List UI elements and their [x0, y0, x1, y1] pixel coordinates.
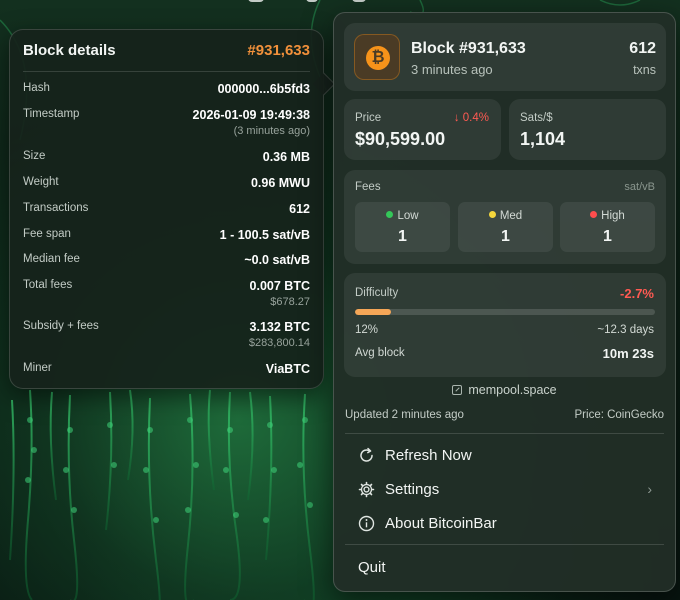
fees-unit: sat/vB	[624, 181, 655, 193]
detail-row-median-fee: Median fee ~0.0 sat/vB	[23, 253, 310, 267]
difficulty-progress-bar	[355, 309, 655, 315]
detail-value: 0.36 MB	[262, 150, 310, 164]
difficulty-eta: ~12.3 days	[597, 324, 654, 336]
updated-status: Updated 2 minutes ago	[345, 409, 464, 421]
fee-tier-value: 1	[603, 228, 612, 245]
fee-tier-label: High	[601, 210, 625, 222]
quit-menu-item[interactable]: Quit	[345, 552, 664, 582]
txn-label: txns	[633, 63, 656, 77]
menu-bar-icon	[248, 0, 264, 2]
bitcoin-icon: ₿	[354, 34, 400, 80]
difficulty-progress-label: 12%	[355, 324, 379, 336]
difficulty-progress-fill	[355, 309, 391, 315]
mempool-link[interactable]: mempool.space	[334, 383, 675, 397]
menu-divider	[345, 544, 664, 545]
fees-label: Fees	[355, 181, 381, 193]
sats-value: 1,104	[520, 129, 566, 149]
detail-value: 2026-01-09 19:49:38	[192, 108, 310, 122]
detail-label: Median fee	[23, 253, 80, 265]
block-details-panel: Block details #931,633 Hash 000000...6b5…	[9, 29, 336, 389]
fee-med-dot-icon	[488, 211, 496, 218]
refresh-icon	[357, 446, 375, 464]
detail-label: Fee span	[23, 228, 71, 240]
chevron-right-icon: ›	[647, 481, 652, 497]
txn-count: 612	[629, 40, 656, 57]
price-change: ↓ 0.4%	[453, 112, 489, 124]
detail-label: Weight	[23, 176, 59, 188]
detail-value: 0.96 MWU	[250, 176, 310, 190]
avg-block-value: 10m 23s	[602, 346, 654, 361]
price-value: $90,599.00	[355, 129, 446, 149]
detail-value: 1 - 100.5 sat/vB	[219, 228, 310, 242]
detail-row-timestamp: Timestamp 2026-01-09 19:49:38 (3 minutes…	[23, 108, 310, 137]
info-icon	[357, 514, 375, 532]
detail-subvalue: (3 minutes ago)	[233, 125, 310, 137]
menu-bar-icon	[352, 0, 366, 2]
detail-label: Timestamp	[23, 108, 80, 120]
menu-divider	[345, 433, 664, 434]
settings-menu-item[interactable]: Settings ›	[345, 474, 664, 504]
block-title: Block #931,633	[411, 40, 526, 57]
sats-card: Sats/$ 1,104	[509, 99, 666, 160]
detail-value: 000000...6b5fd3	[217, 82, 310, 96]
detail-label: Subsidy + fees	[23, 320, 99, 332]
detail-row-fee-span: Fee span 1 - 100.5 sat/vB	[23, 228, 310, 242]
detail-row-weight: Weight 0.96 MWU	[23, 176, 310, 190]
settings-label: Settings	[385, 480, 440, 498]
block-height: #931,633	[247, 42, 310, 59]
bitcoinbar-popover: ₿ Block #931,633 3 minutes ago 612 txns …	[333, 12, 676, 592]
fee-low-dot-icon	[386, 211, 394, 218]
price-source: Price: CoinGecko	[574, 409, 664, 421]
fee-tier-value: 1	[398, 228, 407, 245]
detail-value: ViaBTC	[265, 362, 310, 376]
fee-high-dot-icon	[590, 211, 598, 218]
bitcoin-coin-glyph: ₿	[366, 46, 390, 70]
block-details-header: Block details #931,633	[23, 30, 310, 72]
detail-subvalue: $283,800.14	[248, 337, 310, 349]
mempool-link-label: mempool.space	[468, 383, 557, 397]
difficulty-change: -2.7%	[620, 286, 654, 301]
external-link-icon	[452, 385, 463, 395]
detail-value: 3.132 BTC	[249, 320, 310, 334]
detail-row-transactions: Transactions 612	[23, 202, 310, 216]
detail-subvalue: $678.27	[270, 296, 310, 308]
fee-tier-high: High 1	[560, 202, 655, 252]
detail-row-subsidy-fees: Subsidy + fees 3.132 BTC $283,800.14	[23, 320, 310, 349]
quit-label: Quit	[358, 558, 386, 576]
difficulty-card: Difficulty -2.7% 12% ~12.3 days Avg bloc…	[344, 273, 666, 377]
detail-row-miner: Miner ViaBTC	[23, 362, 310, 376]
block-details-title: Block details	[23, 42, 116, 59]
sats-label: Sats/$	[520, 112, 553, 124]
about-menu-item[interactable]: About BitcoinBar	[345, 508, 664, 538]
detail-label: Hash	[23, 82, 50, 94]
detail-value: 0.007 BTC	[249, 279, 310, 293]
price-label: Price	[355, 112, 382, 124]
detail-label: Total fees	[23, 279, 73, 291]
refresh-now-label: Refresh Now	[385, 446, 472, 464]
menu-bar-icons	[248, 0, 428, 6]
fee-tier-label: Low	[397, 210, 419, 222]
detail-row-hash: Hash 000000...6b5fd3	[23, 82, 310, 96]
detail-label: Miner	[23, 362, 52, 374]
block-header-card[interactable]: ₿ Block #931,633 3 minutes ago 612 txns	[344, 23, 666, 91]
fees-card: Fees sat/vB Low 1 Med 1 High 1	[344, 170, 666, 264]
gear-icon	[357, 480, 375, 498]
fee-tier-label: Med	[499, 210, 523, 222]
price-card: Price ↓ 0.4% $90,599.00	[344, 99, 501, 160]
detail-row-total-fees: Total fees 0.007 BTC $678.27	[23, 279, 310, 308]
detail-label: Transactions	[23, 202, 89, 214]
fee-tier-med: Med 1	[458, 202, 553, 252]
about-label: About BitcoinBar	[385, 514, 497, 532]
difficulty-label: Difficulty	[355, 287, 399, 299]
menu-bar-icon	[306, 0, 318, 2]
fee-tier-low: Low 1	[355, 202, 450, 252]
detail-value: ~0.0 sat/vB	[244, 253, 310, 267]
avg-block-label: Avg block	[355, 347, 405, 359]
fee-tier-value: 1	[501, 228, 510, 245]
detail-label: Size	[23, 150, 46, 162]
detail-row-size: Size 0.36 MB	[23, 150, 310, 164]
block-age: 3 minutes ago	[411, 62, 493, 77]
refresh-now-menu-item[interactable]: Refresh Now	[345, 440, 664, 470]
detail-value: 612	[289, 202, 310, 216]
